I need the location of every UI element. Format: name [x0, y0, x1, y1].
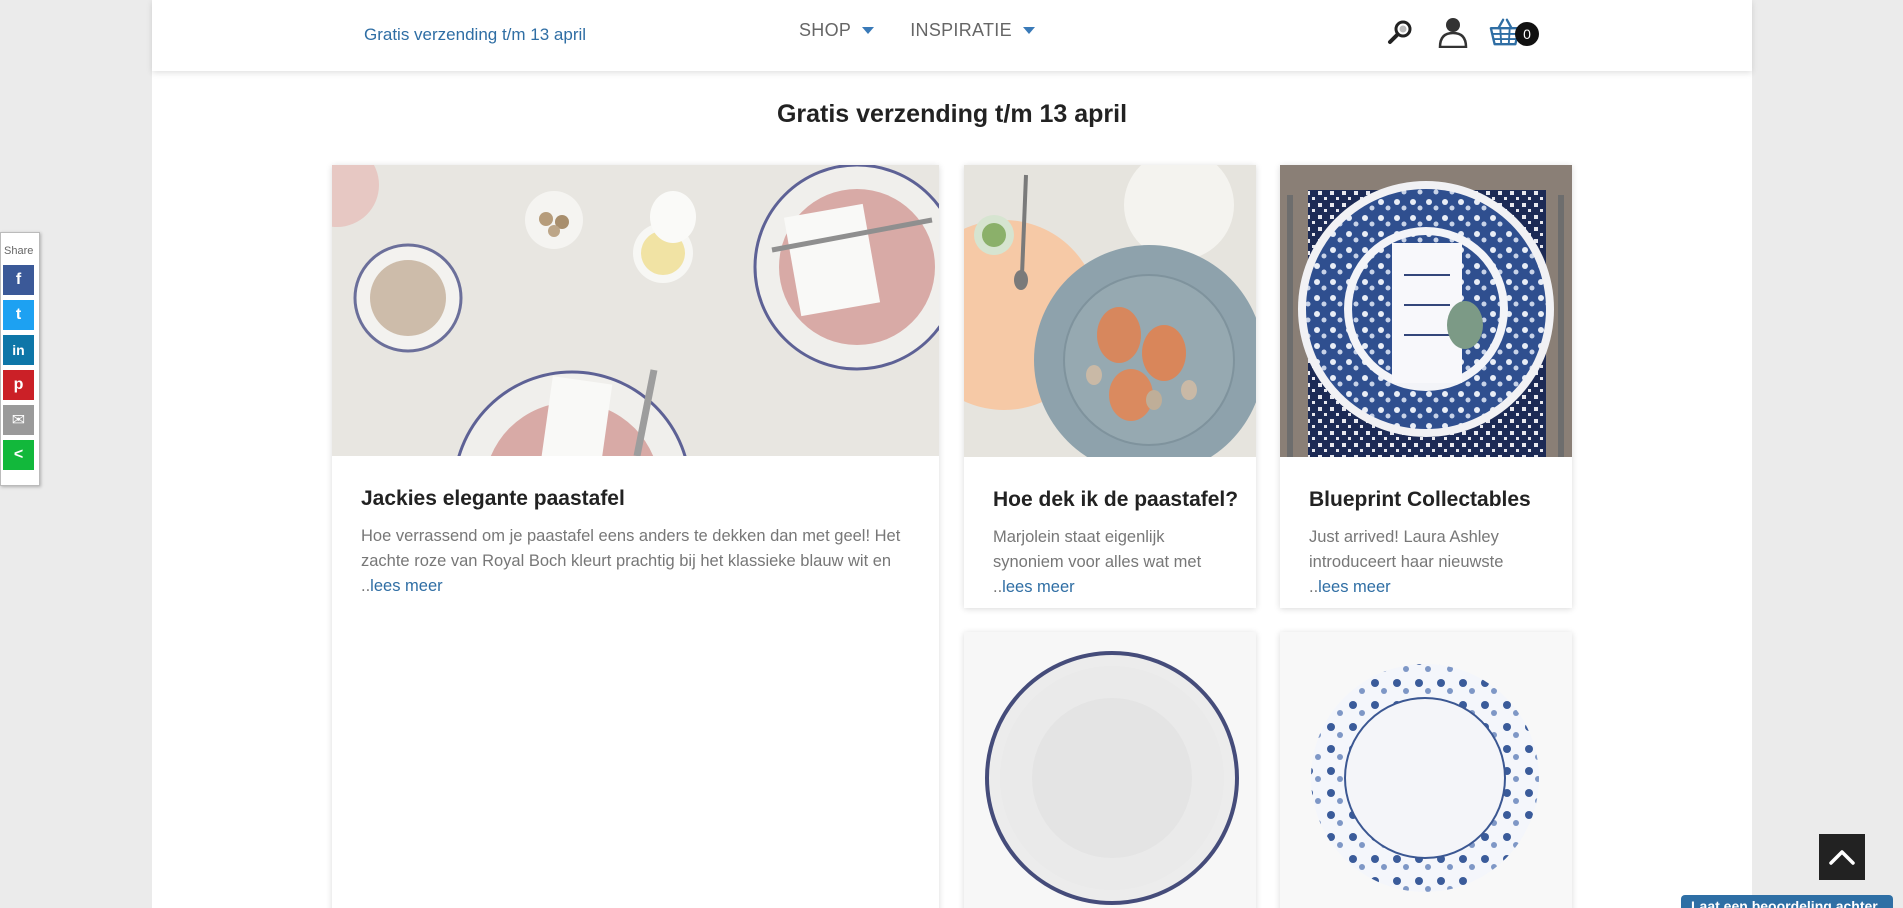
card-title: Blueprint Collectables [1309, 488, 1531, 511]
user-icon [1438, 18, 1468, 48]
cart-button[interactable]: 0 [1489, 16, 1539, 48]
pinterest-icon: p [13, 376, 24, 393]
review-tab-label: Laat een beoordeling achter [1691, 898, 1878, 908]
share-bar: Share f t in p ✉ < [0, 232, 40, 486]
share-icon: < [13, 446, 24, 463]
linkedin-icon: in [12, 342, 25, 358]
chevron-up-icon [1829, 850, 1855, 865]
nav-inspiratie[interactable]: INSPIRATIE [910, 20, 1035, 41]
nav-shop-label: SHOP [799, 20, 852, 40]
review-tab[interactable]: Laat een beoordeling achter [1681, 895, 1893, 908]
card-image [332, 165, 939, 456]
back-to-top-button[interactable] [1819, 834, 1865, 880]
nav-inspiratie-label: INSPIRATIE [910, 20, 1012, 40]
card-title: Hoe dek ik de paastafel? [993, 488, 1239, 511]
nav-shop[interactable]: SHOP [799, 20, 875, 41]
share-linkedin-button[interactable]: in [3, 335, 34, 365]
blog-card-plate-blueprint[interactable] [1280, 632, 1572, 908]
card-excerpt: Just arrived! Laura Ashley introduceert … [1309, 525, 1546, 600]
card-title: Jackies elegante paastafel [361, 487, 625, 510]
main-nav: SHOP INSPIRATIE [799, 20, 1035, 41]
blog-card-plate-white[interactable] [964, 632, 1256, 908]
share-facebook-button[interactable]: f [3, 265, 34, 295]
chevron-down-icon [862, 27, 875, 34]
card-image [1280, 165, 1572, 457]
search-button[interactable] [1385, 16, 1417, 48]
facebook-icon: f [15, 271, 22, 288]
card-image [964, 632, 1256, 908]
account-button[interactable] [1437, 16, 1469, 48]
header-icons: 0 [1385, 16, 1539, 48]
page-title: Gratis verzending t/m 13 april [776, 100, 1128, 128]
share-pinterest-button[interactable]: p [3, 370, 34, 400]
card-excerpt: Marjolein staat eigenlijk synoniem voor … [993, 525, 1230, 600]
email-icon: ✉ [11, 412, 26, 429]
card-image [1280, 632, 1572, 908]
chevron-down-icon [1022, 27, 1035, 34]
share-twitter-button[interactable]: t [3, 300, 34, 330]
card-image [964, 165, 1256, 457]
blog-card-jackies[interactable]: Jackies elegante paastafel Hoe verrassen… [332, 165, 939, 908]
site-header: Gratis verzending t/m 13 april SHOP INSP… [152, 0, 1752, 71]
share-label: Share [4, 245, 34, 257]
cart-count-badge: 0 [1515, 22, 1539, 46]
twitter-icon: t [15, 306, 22, 323]
read-more-link[interactable]: lees meer [1002, 578, 1074, 596]
card-excerpt: Hoe verrassend om je paastafel eens ande… [361, 524, 913, 599]
share-more-button[interactable]: < [3, 440, 34, 470]
blog-card-paastafel[interactable]: Hoe dek ik de paastafel? Marjolein staat… [964, 165, 1256, 608]
read-more-link[interactable]: lees meer [370, 577, 442, 595]
promo-link[interactable]: Gratis verzending t/m 13 april [364, 25, 586, 45]
blog-card-blueprint[interactable]: Blueprint Collectables Just arrived! Lau… [1280, 165, 1572, 608]
search-icon [1388, 20, 1412, 44]
read-more-link[interactable]: lees meer [1318, 578, 1390, 596]
share-email-button[interactable]: ✉ [3, 405, 34, 435]
